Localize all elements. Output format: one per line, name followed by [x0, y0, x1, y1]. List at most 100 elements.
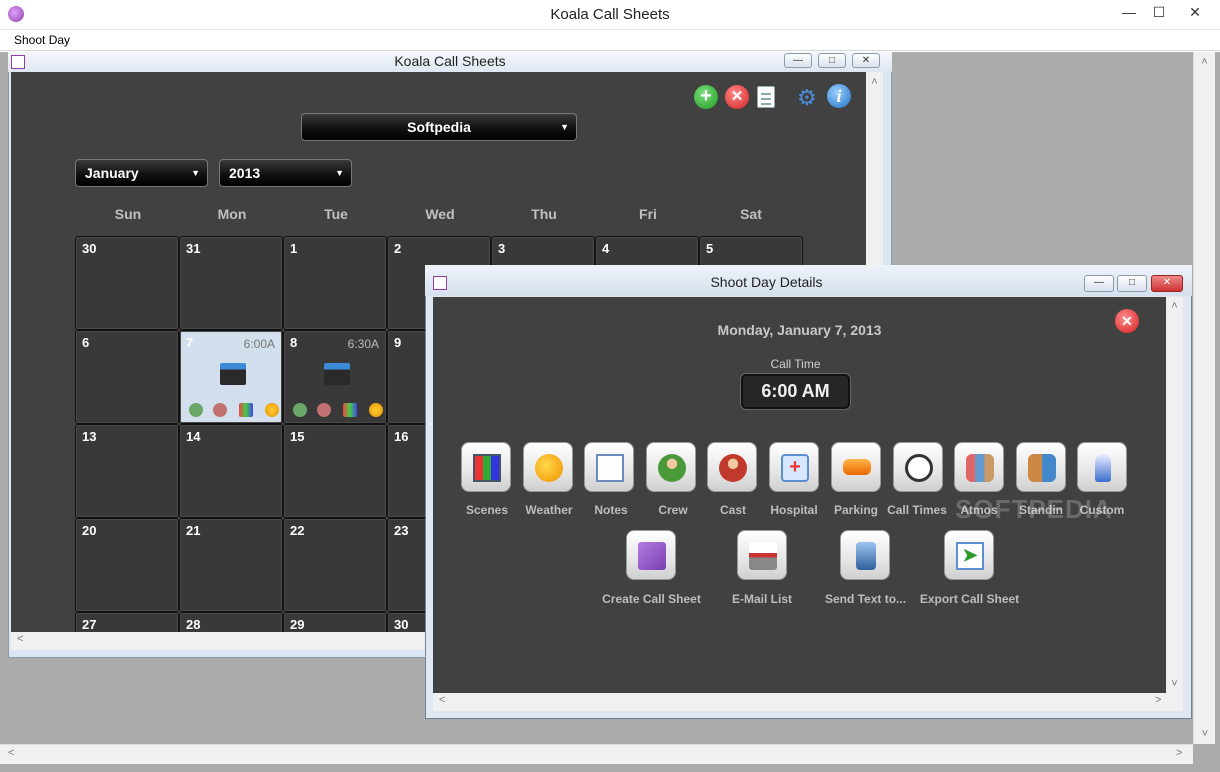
crew-icon — [658, 454, 686, 482]
weather-button[interactable] — [523, 442, 573, 492]
day-number: 31 — [186, 241, 201, 256]
day-number: 9 — [394, 335, 402, 350]
call-time-label: Call Time — [770, 357, 821, 371]
calendar-minimize-button[interactable]: — — [784, 53, 812, 68]
atmos-icon — [966, 454, 994, 482]
call-times-button[interactable] — [893, 442, 943, 492]
calendar-window-title: Koala Call Sheets — [394, 53, 506, 69]
scenes-button[interactable] — [461, 442, 511, 492]
calendar-day[interactable]: 22 — [283, 518, 387, 612]
standin-button[interactable] — [1016, 442, 1066, 492]
calendar-day[interactable]: 14 — [179, 424, 283, 518]
day-number: 28 — [186, 617, 201, 632]
minimize-button[interactable]: — — [1112, 0, 1146, 24]
close-button[interactable]: ✕ — [1172, 0, 1218, 24]
weather-icon[interactable] — [369, 403, 383, 417]
day-number: 20 — [82, 523, 97, 538]
weather-icon[interactable] — [265, 403, 279, 417]
export-icon: ➤ — [956, 542, 984, 570]
call-sheet-icon — [638, 542, 666, 570]
day-number: 22 — [290, 523, 305, 538]
shoot-day-scroll-up-icon[interactable]: ˄ — [1166, 300, 1183, 312]
day-number: 16 — [394, 429, 409, 444]
calendar-day[interactable]: 27 — [75, 612, 179, 632]
desktop-vertical-scrollbar[interactable]: ˄ ˅ — [1193, 52, 1215, 744]
day-number: 5 — [706, 241, 714, 256]
export-call-sheet-button[interactable]: ➤ — [944, 530, 994, 580]
parking-button[interactable] — [831, 442, 881, 492]
day-number: 15 — [290, 429, 305, 444]
notes-button[interactable] — [584, 442, 634, 492]
calendar-day[interactable]: 20 — [75, 518, 179, 612]
scroll-down-icon[interactable]: ˅ — [1194, 728, 1216, 740]
clapperboard-icon[interactable] — [220, 363, 246, 385]
calendar-maximize-button[interactable]: □ — [818, 53, 846, 68]
cast-button[interactable] — [707, 442, 757, 492]
scroll-up-icon[interactable]: ˄ — [1194, 56, 1215, 68]
hospital-icon: + — [781, 454, 809, 482]
event-call-time: 6:30A — [347, 337, 379, 351]
event-call-time: 6:00A — [243, 337, 275, 351]
crew-icon[interactable] — [293, 403, 307, 417]
shoot-day-minimize-button[interactable]: — — [1084, 275, 1114, 292]
day-number: 1 — [290, 241, 298, 256]
calendar-scroll-left-icon[interactable]: ˂ — [17, 633, 23, 645]
send-text-button[interactable] — [840, 530, 890, 580]
call-time-field[interactable]: 6:00 AM — [741, 374, 850, 409]
scenes-icon[interactable] — [343, 403, 357, 417]
day-number: 2 — [394, 241, 402, 256]
shoot-day-horizontal-scrollbar[interactable]: ˂ ˃ — [433, 693, 1183, 711]
calendar-day[interactable]: 29 — [283, 612, 387, 632]
hospital-button[interactable]: + — [769, 442, 819, 492]
email-list-button[interactable] — [737, 530, 787, 580]
desktop-horizontal-scrollbar[interactable]: ˂ ˃ — [0, 744, 1193, 764]
day-number: 29 — [290, 617, 305, 632]
scroll-left-icon[interactable]: ˂ — [8, 747, 14, 759]
shoot-day-scroll-left-icon[interactable]: ˂ — [439, 694, 445, 706]
weather-icon — [535, 454, 563, 482]
calendar-close-button[interactable]: ✕ — [852, 53, 880, 68]
day-number: 7 — [186, 335, 194, 350]
calendar-day[interactable]: 1 — [283, 236, 387, 330]
cast-icon[interactable] — [317, 403, 331, 417]
day-number: 8 — [290, 335, 298, 350]
shoot-day-vertical-scrollbar[interactable]: ˄ ˅ — [1166, 297, 1183, 693]
scroll-right-icon[interactable]: ˃ — [1176, 747, 1182, 759]
calendar-day[interactable]: 15 — [283, 424, 387, 518]
email-list-label: E-Mail List — [731, 592, 792, 606]
create-call-sheet-button[interactable] — [626, 530, 676, 580]
calendar-day[interactable]: 28 — [179, 612, 283, 632]
shoot-day-scroll-right-icon[interactable]: ˃ — [1155, 694, 1161, 706]
calendar-day-selected[interactable]: 7 6:00A — [179, 330, 283, 424]
calendar-day[interactable]: 8 6:30A — [283, 330, 387, 424]
crew-icon[interactable] — [189, 403, 203, 417]
day-number: 6 — [82, 335, 90, 350]
day-number: 30 — [394, 617, 409, 632]
clapperboard-icon[interactable] — [324, 363, 350, 385]
day-number: 23 — [394, 523, 409, 538]
crew-button[interactable] — [646, 442, 696, 492]
maximize-button[interactable]: ☐ — [1142, 0, 1176, 24]
day-summary-icons — [289, 403, 384, 419]
atmos-button[interactable] — [954, 442, 1004, 492]
calendar-day[interactable]: 13 — [75, 424, 179, 518]
custom-button[interactable] — [1077, 442, 1127, 492]
cast-icon[interactable] — [213, 403, 227, 417]
phone-icon — [856, 542, 876, 570]
scenes-icon[interactable] — [239, 403, 253, 417]
menu-shoot-day[interactable]: Shoot Day — [14, 33, 70, 47]
shoot-day-window-title: Shoot Day Details — [710, 274, 823, 290]
day-number: 4 — [602, 241, 610, 256]
calendar-day[interactable]: 21 — [179, 518, 283, 612]
send-text-label: Send Text to... — [824, 592, 907, 606]
cast-icon — [719, 454, 747, 482]
clock-icon — [905, 454, 933, 482]
calendar-day[interactable]: 30 — [75, 236, 179, 330]
shoot-day-maximize-button[interactable]: □ — [1117, 275, 1147, 292]
calendar-day[interactable]: 31 — [179, 236, 283, 330]
shoot-day-scroll-down-icon[interactable]: ˅ — [1166, 678, 1183, 690]
calendar-scroll-up-icon[interactable]: ˄ — [866, 76, 883, 88]
menu-bar — [0, 30, 1220, 51]
shoot-day-close-button[interactable]: ✕ — [1151, 275, 1183, 292]
calendar-day[interactable]: 6 — [75, 330, 179, 424]
